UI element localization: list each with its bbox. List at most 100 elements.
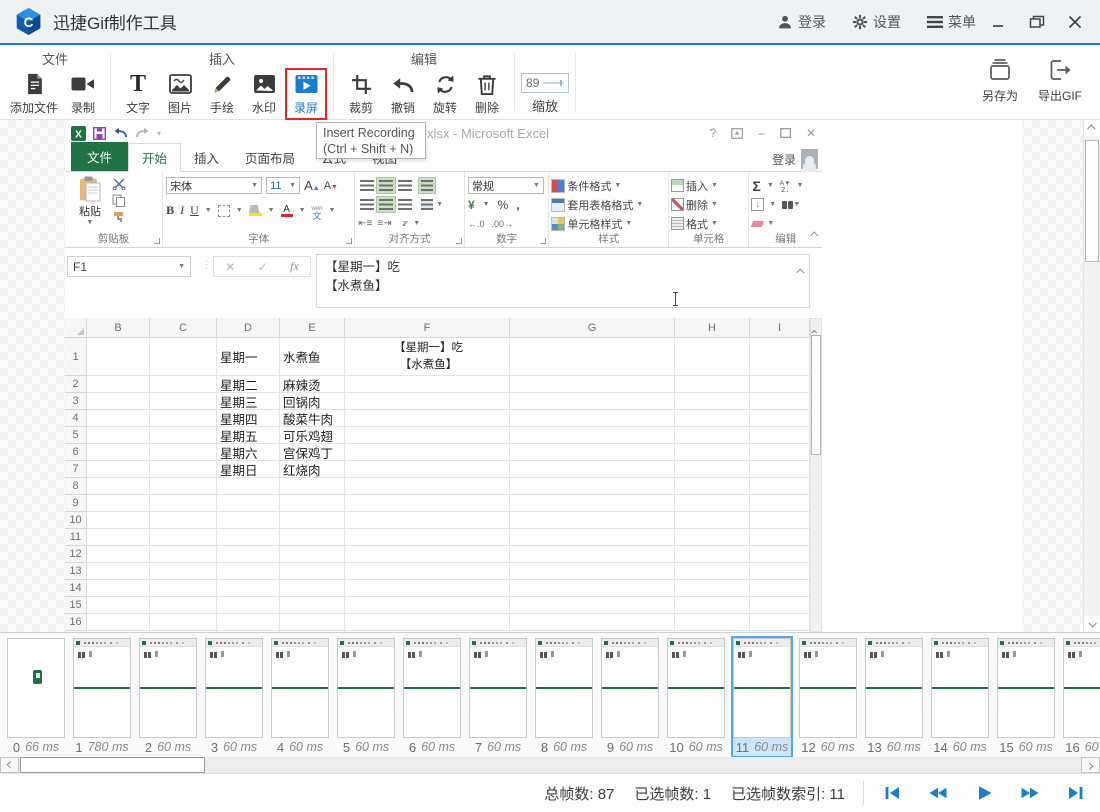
frame-duration: 60 ms (421, 740, 455, 754)
grid-cell (150, 563, 217, 580)
filmstrip-frame-7[interactable]: 760 ms (467, 636, 529, 757)
editor-canvas[interactable]: X ▾ xlsx - Microsoft Excel ? (0, 120, 1100, 632)
frame-thumbnail[interactable] (865, 638, 923, 738)
screen-record-button[interactable]: 录屏 (285, 68, 327, 120)
login-button[interactable]: 登录 (777, 12, 826, 32)
insert-text-button[interactable]: T 文字 (117, 69, 159, 119)
grid-cell (345, 495, 510, 512)
filmstrip-frame-13[interactable]: 1360 ms (863, 636, 925, 757)
frame-thumbnail[interactable] (997, 638, 1055, 738)
frame-thumbnail[interactable] (931, 638, 989, 738)
frame-thumbnail[interactable] (469, 638, 527, 738)
excel-avatar (801, 149, 818, 169)
mini-text (78, 652, 81, 658)
frame-thumbnail[interactable] (667, 638, 725, 738)
grid-cell (750, 338, 810, 376)
minimize-button[interactable] (984, 8, 1014, 36)
filmstrip-frame-11[interactable]: 1160 ms (731, 636, 793, 757)
frame-thumbnail[interactable] (601, 638, 659, 738)
frame-thumbnail[interactable] (535, 638, 593, 738)
filmstrip-frame-5[interactable]: 560 ms (335, 636, 397, 757)
app-titlebar: C 迅捷Gif制作工具 登录 设置 菜单 (0, 0, 1100, 45)
insert-watermark-button[interactable]: 水印 (243, 69, 285, 119)
vertical-scroll-thumb[interactable] (1085, 140, 1099, 262)
row-header: 3 (65, 393, 87, 410)
add-file-button[interactable]: 添加文件 (6, 69, 62, 119)
scroll-up-button[interactable] (1084, 120, 1100, 136)
grid-cell (510, 461, 675, 478)
frame-duration: 60 ms (821, 740, 855, 754)
frame-thumbnail[interactable] (1063, 638, 1100, 738)
menu-button[interactable]: 菜单 (927, 12, 976, 32)
canvas-vertical-scrollbar[interactable] (1083, 120, 1100, 632)
frame-thumbnail[interactable] (205, 638, 263, 738)
row-header: 12 (65, 546, 87, 563)
grid-row: 9 (65, 495, 810, 512)
zoom-spinner[interactable]: 89 (521, 73, 569, 93)
delete-button[interactable]: 删除 (466, 69, 508, 119)
settings-button[interactable]: 设置 (852, 12, 901, 32)
scroll-down-button[interactable] (1084, 616, 1100, 632)
rotate-button[interactable]: 旋转 (424, 69, 466, 119)
record-button[interactable]: 录制 (62, 69, 104, 119)
toolbar-separator (110, 53, 111, 111)
filmstrip-frame-8[interactable]: 860 ms (533, 636, 595, 757)
frame-image: X ▾ xlsx - Microsoft Excel ? (65, 120, 1022, 632)
fast-forward-button[interactable] (1016, 781, 1044, 805)
grid-cell: 星期六 (217, 444, 280, 461)
frame-thumbnail[interactable] (271, 638, 329, 738)
grid-cell (750, 495, 810, 512)
grid-cell (345, 597, 510, 614)
filmstrip-frame-2[interactable]: 260 ms (137, 636, 199, 757)
filmstrip-frame-4[interactable]: 460 ms (269, 636, 331, 757)
save-as-button[interactable]: 另存为 (970, 57, 1030, 104)
grid-cell (675, 580, 750, 597)
filmstrip-frame-9[interactable]: 960 ms (599, 636, 661, 757)
rewind-button[interactable] (924, 781, 952, 805)
filmstrip-frame-12[interactable]: 1260 ms (797, 636, 859, 757)
accounting-format-icon: ¥ (468, 198, 475, 212)
frame-thumbnail[interactable] (7, 638, 65, 738)
grid-cell (280, 546, 345, 563)
play-button[interactable] (970, 781, 998, 805)
excel-ribbon-options-icon (731, 128, 743, 139)
scroll-left-button[interactable] (0, 757, 19, 773)
frame-thumbnail[interactable] (799, 638, 857, 738)
mini-green-line (206, 687, 262, 689)
last-frame-button[interactable] (1062, 781, 1090, 805)
scroll-right-button[interactable] (1081, 757, 1100, 773)
grid-cell (280, 512, 345, 529)
frame-thumbnail[interactable] (733, 638, 791, 738)
grid-cell: 星期一 (217, 338, 280, 376)
crop-button[interactable]: 裁剪 (340, 69, 382, 119)
frame-thumbnail[interactable] (403, 638, 461, 738)
export-gif-button[interactable]: 导出GIF (1030, 57, 1090, 104)
grid-cell (750, 461, 810, 478)
frame-label: 560 ms (337, 738, 395, 756)
insert-image-button[interactable]: 图片 (159, 69, 201, 119)
filmstrip-frame-16[interactable]: 1660 ms (1061, 636, 1100, 757)
filmstrip-frame-14[interactable]: 1460 ms (929, 636, 991, 757)
filmstrip-frame-0[interactable]: 066 ms (5, 636, 67, 757)
insert-draw-button[interactable]: 手绘 (201, 69, 243, 119)
first-frame-button[interactable] (878, 781, 906, 805)
horizontal-scroll-thumb[interactable] (20, 757, 205, 773)
filmstrip-frame-10[interactable]: 1060 ms (665, 636, 727, 757)
maximize-button[interactable] (1022, 8, 1052, 36)
filmstrip-frame-15[interactable]: 1560 ms (995, 636, 1057, 757)
grid-cell (217, 478, 280, 495)
mini-green-line (140, 687, 196, 689)
frame-thumbnail[interactable] (73, 638, 131, 738)
grid-cell (750, 427, 810, 444)
filmstrip-frame-6[interactable]: 660 ms (401, 636, 463, 757)
zoom-slider[interactable] (543, 82, 564, 84)
close-button[interactable] (1060, 8, 1090, 36)
frame-thumbnail[interactable] (139, 638, 197, 738)
filmstrip-frame-1[interactable]: 1780 ms (71, 636, 133, 757)
filmstrip-frame-3[interactable]: 360 ms (203, 636, 265, 757)
undo-button[interactable]: 撤销 (382, 69, 424, 119)
filmstrip-scrollbar[interactable] (0, 757, 1100, 773)
column-header: G (510, 318, 675, 338)
frame-thumbnail[interactable] (337, 638, 395, 738)
column-header: I (750, 318, 810, 338)
